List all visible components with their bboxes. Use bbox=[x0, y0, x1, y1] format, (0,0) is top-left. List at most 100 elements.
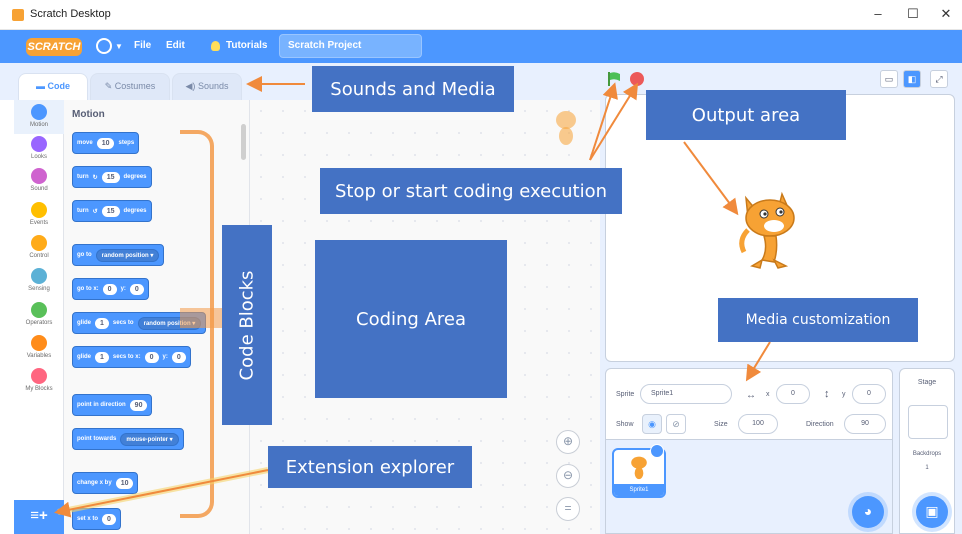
brush-icon: ✎ bbox=[104, 81, 115, 91]
fullscreen-button[interactable]: ⤢ bbox=[930, 70, 948, 88]
project-title-input[interactable]: Scratch Project bbox=[279, 34, 422, 58]
category-dot bbox=[31, 335, 47, 351]
close-button[interactable]: ✕ bbox=[936, 6, 956, 22]
normal-stage-button[interactable]: ◧ bbox=[903, 70, 921, 88]
code-icon: ▬ bbox=[35, 81, 48, 91]
palette-scrollbar[interactable] bbox=[241, 124, 246, 160]
size-input[interactable]: 100 bbox=[738, 414, 778, 434]
category-dot bbox=[31, 168, 47, 184]
category-sound[interactable]: Sound bbox=[14, 168, 64, 192]
show-label: Show bbox=[616, 421, 634, 428]
sprite-thumbnail-icon bbox=[631, 456, 647, 480]
show-eye-icon[interactable]: ◉ bbox=[642, 414, 662, 434]
rotate-right-icon: ↻ bbox=[92, 174, 98, 181]
small-stage-button[interactable]: ▭ bbox=[880, 70, 898, 88]
zoom-out-button[interactable]: ⊖ bbox=[556, 464, 580, 488]
scratch-app-icon bbox=[12, 9, 24, 21]
window-titlebar: Scratch Desktop – ☐ ✕ bbox=[0, 0, 962, 30]
edit-menu[interactable]: Edit bbox=[166, 40, 185, 51]
category-dot bbox=[31, 235, 47, 251]
rotate-left-icon: ↺ bbox=[92, 208, 98, 215]
block-glide-to-xy[interactable]: glide 1 secs to x: 0 y: 0 bbox=[72, 346, 191, 368]
block-turn-left[interactable]: turn ↺ 15 degrees bbox=[72, 200, 152, 222]
file-menu[interactable]: File bbox=[134, 40, 151, 51]
category-operators[interactable]: Operators bbox=[14, 302, 64, 326]
category-dot bbox=[31, 202, 47, 218]
menu-bar: SCRATCH ▼ File Edit Tutorials Scratch Pr… bbox=[0, 30, 962, 63]
stop-icon[interactable] bbox=[630, 72, 644, 86]
callout-coding-area: Coding Area bbox=[315, 240, 507, 398]
block-set-x[interactable]: set x to 0 bbox=[72, 508, 121, 530]
speaker-icon: ◀) bbox=[185, 81, 198, 91]
sprite-info-panel: Sprite Sprite1 ↔ x 0 ↕ y 0 Show ◉ ⊘ Size… bbox=[605, 368, 893, 440]
tutorials-menu[interactable]: Tutorials bbox=[226, 40, 267, 51]
category-looks[interactable]: Looks bbox=[14, 136, 64, 160]
category-dot bbox=[31, 136, 47, 152]
block-go-to[interactable]: go to random position ▾ bbox=[72, 244, 165, 266]
size-label: Size bbox=[714, 421, 728, 428]
block-move-steps[interactable]: move 10 steps bbox=[72, 132, 140, 154]
scratch-logo[interactable]: SCRATCH bbox=[26, 38, 82, 56]
zoom-reset-button[interactable]: = bbox=[556, 497, 580, 521]
sprite-tile-name: Sprite1 bbox=[614, 484, 664, 496]
chevron-down-icon: ▼ bbox=[115, 42, 123, 51]
x-input[interactable]: 0 bbox=[776, 384, 810, 404]
direction-label: Direction bbox=[806, 421, 834, 428]
backdrops-label: Backdrops bbox=[912, 451, 942, 457]
x-label: x bbox=[766, 391, 770, 398]
category-motion[interactable]: Motion bbox=[14, 100, 64, 134]
hide-eye-icon[interactable]: ⊘ bbox=[666, 414, 686, 434]
stage-title: Stage bbox=[917, 379, 937, 386]
y-label: y bbox=[842, 391, 846, 398]
green-flag-icon[interactable] bbox=[606, 71, 622, 87]
block-go-to-xy[interactable]: go to x: 0 y: 0 bbox=[72, 278, 149, 300]
category-dot bbox=[31, 268, 47, 284]
globe-icon[interactable] bbox=[96, 38, 112, 54]
backdrops-count: 1 bbox=[925, 465, 929, 471]
maximize-button[interactable]: ☐ bbox=[903, 6, 923, 22]
window-title: Scratch Desktop bbox=[30, 8, 111, 20]
tab-sounds[interactable]: ◀) Sounds bbox=[172, 73, 242, 100]
block-point-direction[interactable]: point in direction 90 bbox=[72, 394, 153, 416]
add-extension-icon: ≡+ bbox=[30, 507, 48, 524]
category-dot bbox=[31, 302, 47, 318]
tab-code[interactable]: ▬ Code bbox=[18, 73, 88, 100]
sprite-corner-icon bbox=[556, 111, 576, 145]
direction-input[interactable]: 90 bbox=[844, 414, 886, 434]
sprite-name-input[interactable]: Sprite1 bbox=[640, 384, 732, 404]
category-my-blocks[interactable]: My Blocks bbox=[14, 368, 64, 392]
sprite-label: Sprite bbox=[616, 391, 635, 398]
x-arrows-icon: ↔ bbox=[746, 390, 756, 401]
category-dot bbox=[31, 368, 47, 384]
image-add-icon: ▣ bbox=[925, 503, 939, 519]
y-input[interactable]: 0 bbox=[852, 384, 886, 404]
y-arrows-icon: ↕ bbox=[824, 388, 830, 400]
category-events[interactable]: Events bbox=[14, 202, 64, 226]
block-point-towards[interactable]: point towards mouse-pointer ▾ bbox=[72, 428, 184, 450]
category-sensing[interactable]: Sensing bbox=[14, 268, 64, 292]
callout-extension-explorer: Extension explorer bbox=[268, 446, 472, 488]
block-change-x[interactable]: change x by 10 bbox=[72, 472, 139, 494]
extension-button[interactable]: ≡+ bbox=[14, 500, 64, 534]
zoom-in-button[interactable]: ⊕ bbox=[556, 430, 580, 454]
category-variables[interactable]: Variables bbox=[14, 335, 64, 359]
palette-title: Motion bbox=[72, 109, 105, 120]
tab-costumes[interactable]: ✎ Costumes bbox=[90, 73, 170, 100]
callout-code-blocks: Code Blocks bbox=[222, 225, 272, 425]
lightbulb-icon bbox=[211, 41, 220, 51]
add-sprite-button[interactable]: ◕ bbox=[852, 496, 884, 528]
category-menu: Motion Looks Sound Events Control Sensin… bbox=[14, 100, 64, 534]
block-turn-right[interactable]: turn ↻ 15 degrees bbox=[72, 166, 152, 188]
callout-media-customization: Media customization bbox=[718, 298, 918, 342]
delete-sprite-icon[interactable] bbox=[650, 444, 664, 458]
callout-sounds-media: Sounds and Media bbox=[312, 66, 514, 112]
scratch-cat-sprite[interactable] bbox=[734, 190, 806, 272]
backdrop-thumbnail[interactable] bbox=[908, 405, 948, 439]
callout-stop-start: Stop or start coding execution bbox=[320, 168, 622, 214]
callout-output-area: Output area bbox=[646, 90, 846, 140]
category-dot bbox=[31, 104, 47, 120]
category-control[interactable]: Control bbox=[14, 235, 64, 259]
cat-add-icon: ◕ bbox=[863, 503, 873, 519]
minimize-button[interactable]: – bbox=[868, 6, 888, 21]
add-backdrop-button[interactable]: ▣ bbox=[916, 496, 948, 528]
